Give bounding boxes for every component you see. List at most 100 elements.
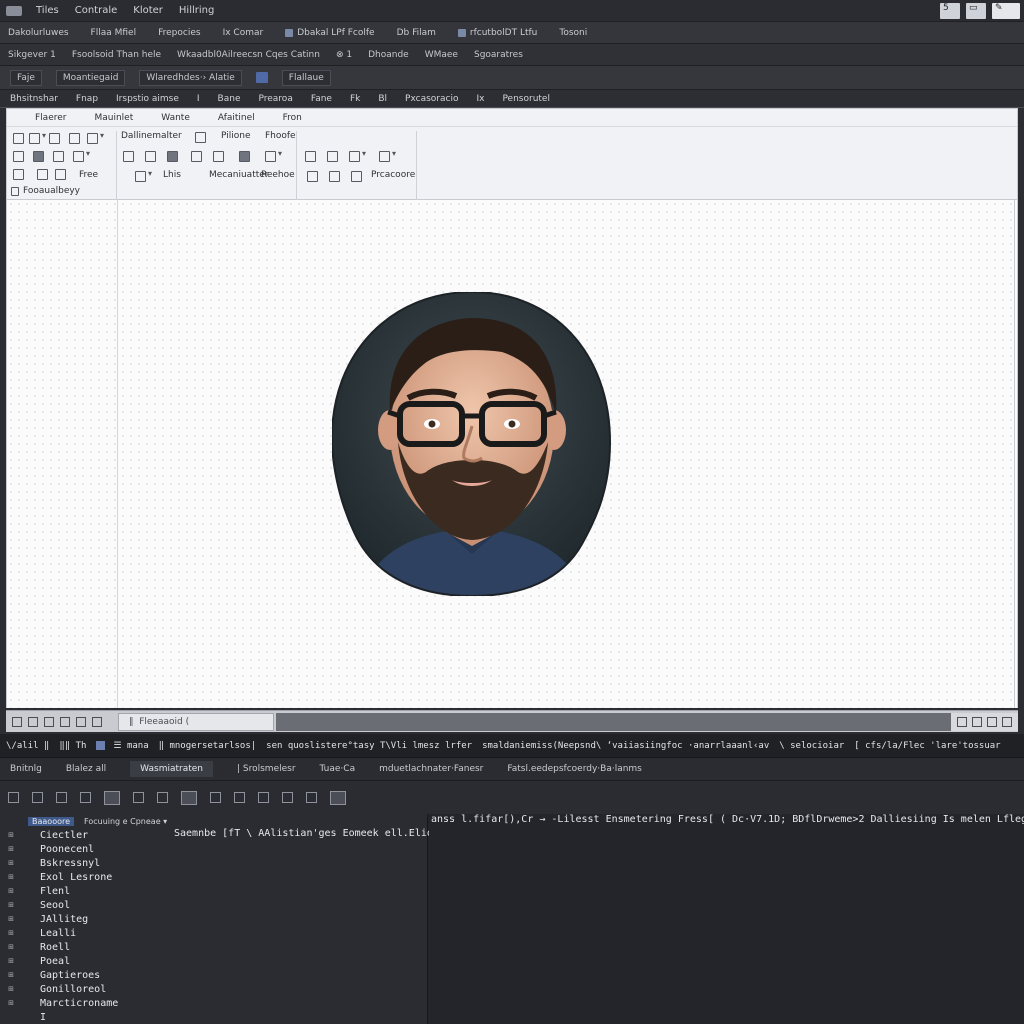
doc-tab[interactable]: Db Filam bbox=[397, 28, 436, 38]
console-tab[interactable]: | Srolsmelesr bbox=[237, 764, 296, 774]
tool-icon[interactable] bbox=[306, 792, 317, 803]
pen-tool-icon[interactable] bbox=[239, 151, 250, 162]
text-icon[interactable] bbox=[210, 792, 221, 803]
list-icon[interactable] bbox=[80, 792, 91, 803]
console-tab[interactable]: Bnitnlg bbox=[10, 764, 42, 774]
list-item[interactable]: ⊞ Bskressnyl bbox=[0, 856, 427, 870]
doc-tab[interactable]: Tosoni bbox=[559, 28, 587, 38]
tool-icon[interactable] bbox=[234, 792, 245, 803]
tool-icon[interactable] bbox=[258, 792, 269, 803]
doc-tab[interactable]: Dakolurluwes bbox=[8, 28, 69, 38]
menu-item[interactable]: Ix bbox=[476, 94, 484, 104]
frame-icon[interactable] bbox=[327, 151, 338, 162]
console-tab[interactable]: Tuae·Ca bbox=[320, 764, 356, 774]
path-item[interactable]: Fsoolsoid Than hele bbox=[72, 50, 161, 60]
image-icon[interactable] bbox=[305, 151, 316, 162]
export-icon[interactable] bbox=[213, 151, 224, 162]
path-item[interactable]: Sgoaratres bbox=[474, 50, 523, 60]
path-item[interactable]: WMaee bbox=[425, 50, 458, 60]
doc-tab[interactable]: Ix Comar bbox=[223, 28, 264, 38]
tool-icon[interactable] bbox=[8, 792, 19, 803]
pin-icon[interactable] bbox=[56, 792, 67, 803]
list-item[interactable]: ⊞ Exol Lesrone bbox=[0, 870, 427, 884]
console-tab[interactable]: Fatsl.eedepsfcoerdy·Ba·lanms bbox=[507, 764, 642, 774]
ribbon-tab[interactable]: Wante bbox=[161, 113, 190, 123]
property-field[interactable]: Moantiegaid bbox=[55, 69, 126, 86]
zoom-in-icon[interactable] bbox=[972, 716, 982, 727]
list-item[interactable]: ⊞ JAlliteg bbox=[0, 912, 427, 926]
text-icon[interactable] bbox=[123, 151, 134, 162]
tool-icon[interactable] bbox=[133, 792, 144, 803]
doc-icon[interactable] bbox=[349, 149, 366, 162]
link-icon[interactable] bbox=[145, 151, 156, 162]
ribbon-label[interactable]: Fhoofe bbox=[265, 131, 296, 141]
menu-item[interactable]: Bl bbox=[378, 94, 387, 104]
menu-item[interactable]: Fk bbox=[350, 94, 360, 104]
menu-item[interactable]: Prearoa bbox=[258, 94, 292, 104]
save-icon[interactable] bbox=[49, 133, 60, 144]
panel-icon[interactable] bbox=[104, 790, 120, 805]
console-tab[interactable]: Blalez all bbox=[66, 764, 106, 774]
brush-icon[interactable] bbox=[55, 169, 66, 180]
menu-item[interactable]: I bbox=[197, 94, 200, 104]
crop-icon[interactable] bbox=[37, 169, 48, 180]
ribbon-label[interactable]: Mecaniuatter bbox=[209, 170, 268, 180]
list-icon[interactable] bbox=[167, 151, 178, 162]
console-head-item[interactable]: ☰ mana bbox=[113, 741, 148, 751]
tool-icon[interactable] bbox=[32, 792, 43, 803]
ribbon-label[interactable]: Reehoe bbox=[261, 170, 295, 180]
snap-icon[interactable] bbox=[60, 716, 70, 727]
fit-icon[interactable] bbox=[957, 716, 967, 727]
frame-icon[interactable] bbox=[195, 132, 206, 143]
guide-icon[interactable] bbox=[92, 716, 102, 727]
list-item[interactable]: ⊞ Marcticroname bbox=[0, 996, 427, 1010]
doc-tab[interactable]: Fllaa Mfiel bbox=[91, 28, 137, 38]
list-item[interactable]: ⊞ Seool bbox=[0, 898, 427, 912]
page-icon[interactable] bbox=[191, 151, 202, 162]
view-icon[interactable] bbox=[379, 149, 396, 162]
doc-tab[interactable]: rfcutbolDT Ltfu bbox=[457, 28, 537, 38]
property-field[interactable]: Flallaue bbox=[281, 69, 331, 86]
table-icon[interactable] bbox=[265, 149, 282, 162]
free-label[interactable]: Free bbox=[79, 170, 98, 180]
window-button[interactable]: ▭ bbox=[966, 2, 986, 19]
portrait-image[interactable] bbox=[332, 292, 612, 596]
window-button[interactable]: ✎ bbox=[992, 2, 1020, 19]
panel-icon[interactable] bbox=[181, 790, 197, 805]
open-icon[interactable] bbox=[29, 131, 46, 144]
console-head-item[interactable]: sen quoslistere°tasy T\Vli lmesz lrfer bbox=[266, 741, 472, 751]
ruler-icon[interactable] bbox=[76, 716, 86, 727]
menu-item[interactable]: Irspstio aimse bbox=[116, 94, 179, 104]
window-button[interactable]: 5 bbox=[940, 2, 960, 19]
list-item[interactable]: I bbox=[0, 1010, 427, 1024]
selected-variable[interactable]: Baaooore bbox=[28, 816, 75, 826]
menu-item[interactable]: Pxcasoracio bbox=[405, 94, 458, 104]
console-tab[interactable]: Wasmiatraten bbox=[130, 761, 213, 777]
hand-icon[interactable] bbox=[28, 716, 38, 727]
property-field[interactable]: Wlaredhdes·› Alatie bbox=[139, 69, 242, 86]
console-tab[interactable]: mduetlachnater·Fanesr bbox=[379, 764, 483, 774]
menu-item[interactable]: Bhsitnshar bbox=[10, 94, 58, 104]
doc-tab[interactable]: Frepocies bbox=[158, 28, 200, 38]
zoom-icon[interactable] bbox=[12, 716, 22, 727]
color-swatch-icon[interactable] bbox=[255, 72, 268, 83]
horizontal-scrollbar[interactable] bbox=[276, 712, 951, 731]
property-field[interactable]: Faje bbox=[10, 69, 42, 86]
paste-icon[interactable] bbox=[87, 131, 104, 144]
console-head-item[interactable]: ‖ mnogersetarlsos| bbox=[159, 741, 257, 751]
list-item[interactable]: ⊞ Poeal bbox=[0, 954, 427, 968]
list-item[interactable]: ⊞ Gonilloreol bbox=[0, 982, 427, 996]
menu-item[interactable]: Bane bbox=[218, 94, 241, 104]
menu-item[interactable]: Contrale bbox=[75, 5, 118, 16]
grid-icon[interactable] bbox=[44, 716, 54, 727]
console-output[interactable]: anss l.fifar[),Cr → -Lilesst Ensmetering… bbox=[429, 814, 1024, 1024]
menu-item[interactable]: Hillring bbox=[179, 5, 214, 16]
stack-icon[interactable] bbox=[329, 171, 340, 182]
checkbox-icon[interactable] bbox=[11, 187, 19, 196]
ribbon-label[interactable]: Prcacoore bbox=[371, 170, 415, 180]
menu-item[interactable]: Tiles bbox=[36, 5, 59, 16]
ribbon-tab[interactable]: Mauinlet bbox=[94, 113, 133, 123]
layer-icon[interactable] bbox=[33, 151, 44, 162]
ribbon-tab[interactable]: Flaerer bbox=[35, 113, 66, 123]
fullscreen-icon[interactable] bbox=[1002, 716, 1012, 727]
